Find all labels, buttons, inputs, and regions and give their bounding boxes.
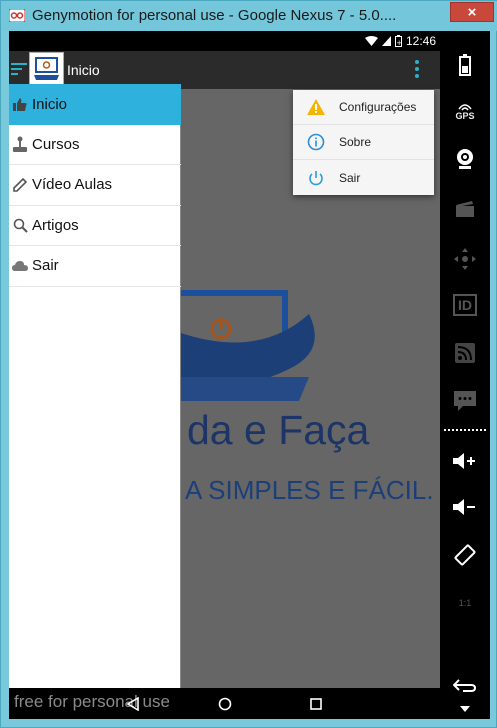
main-content: da e Faça A SIMPLES E FÁCIL. Inicio Curs…	[9, 84, 440, 688]
window-close-button[interactable]: ×	[450, 2, 494, 22]
joystick-icon	[12, 136, 28, 153]
info-icon	[306, 132, 326, 152]
drawer-item-sair[interactable]: Sair	[9, 246, 181, 287]
window-titlebar: Genymotion for personal use - Google Nex…	[1, 1, 497, 31]
rss-icon[interactable]	[440, 333, 490, 373]
status-time: 12:46	[405, 34, 436, 48]
computer-logo-icon	[34, 57, 59, 80]
scale-label: 1:1	[458, 598, 472, 608]
status-bar: + 12:46	[9, 31, 440, 51]
wifi-icon	[364, 36, 378, 46]
genymotion-logo-icon	[9, 9, 25, 22]
dpad-icon[interactable]	[440, 239, 490, 279]
drawer-item-video-aulas[interactable]: Vídeo Aulas	[9, 165, 181, 206]
menu-item-sair[interactable]: Sair	[293, 160, 434, 195]
menu-item-label: Configurações	[339, 100, 417, 114]
drawer-item-label: Cursos	[32, 135, 80, 153]
thumbs-up-icon	[12, 96, 28, 112]
brand-tagline: A SIMPLES E FÁCIL.	[185, 475, 434, 505]
drawer-item-artigos[interactable]: Artigos	[9, 206, 181, 246]
android-nav-bar: free for personal use	[9, 688, 440, 719]
drawer-item-inicio[interactable]: Inicio	[9, 84, 181, 125]
menu-item-label: Sair	[339, 170, 361, 185]
drawer-item-label: Vídeo Aulas	[32, 176, 113, 194]
power-icon	[306, 168, 326, 188]
drawer-item-label: Artigos	[32, 216, 79, 234]
toolbar-divider	[444, 429, 486, 431]
emulator-side-toolbar: GPS ID 1:1	[440, 31, 490, 719]
back-icon[interactable]	[122, 693, 144, 715]
watermark-text: free for personal use	[14, 692, 170, 711]
battery-widget-icon[interactable]	[440, 45, 490, 85]
cloud-icon	[12, 258, 28, 274]
signal-icon	[381, 36, 391, 46]
screencast-icon[interactable]	[440, 189, 490, 229]
navigation-drawer: Inicio Cursos Vídeo Aulas Artigos Sair	[9, 84, 181, 688]
overflow-popup-menu: Configurações Sobre Sair	[293, 90, 434, 195]
app-logo	[29, 52, 64, 87]
emulator-window: Genymotion for personal use - Google Nex…	[0, 0, 497, 728]
brand-title: da e Faça	[187, 407, 370, 453]
close-icon: ×	[467, 3, 477, 21]
toolbar-scroll-down-icon[interactable]	[440, 699, 490, 719]
drawer-item-cursos[interactable]: Cursos	[9, 125, 181, 165]
pencil-icon	[12, 177, 28, 193]
drawer-toggle-icon[interactable]	[11, 63, 27, 77]
overflow-menu-icon[interactable]	[413, 60, 421, 80]
android-screen: + 12:46 Inicio da e Faça A SIMPLES E FÁC…	[9, 31, 440, 688]
home-icon[interactable]	[214, 693, 236, 715]
recents-icon[interactable]	[305, 693, 327, 715]
menu-item-configuracoes[interactable]: Configurações	[293, 90, 434, 125]
scale-icon[interactable]: 1:1	[440, 583, 490, 623]
warning-icon	[306, 97, 326, 117]
sms-icon[interactable]	[440, 381, 490, 421]
drawer-item-label: Inicio	[32, 95, 68, 113]
gps-widget-icon[interactable]: GPS	[440, 91, 490, 131]
device-id-icon[interactable]: ID	[440, 285, 490, 325]
gps-label: GPS	[455, 111, 475, 121]
battery-icon: +	[394, 35, 402, 47]
menu-item-sobre[interactable]: Sobre	[293, 125, 434, 160]
menu-item-label: Sobre	[339, 135, 372, 149]
id-label: ID	[453, 294, 477, 316]
svg-text:+: +	[396, 39, 402, 47]
search-icon	[12, 217, 28, 233]
volume-up-icon[interactable]	[440, 441, 490, 481]
drawer-item-label: Sair	[32, 257, 59, 275]
rotate-icon[interactable]	[440, 535, 490, 575]
window-title: Genymotion for personal use - Google Nex…	[32, 7, 397, 24]
volume-down-icon[interactable]	[440, 487, 490, 527]
page-title: Inicio	[67, 62, 100, 78]
webcam-icon[interactable]	[440, 139, 490, 179]
